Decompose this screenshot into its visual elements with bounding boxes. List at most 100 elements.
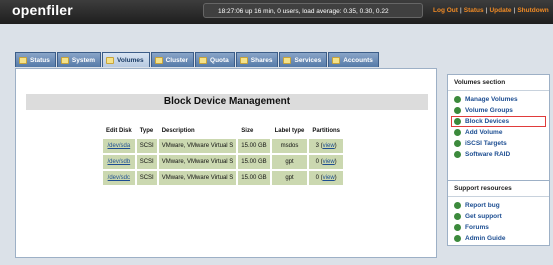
bullet-icon [454,118,461,125]
col-edit-disk: Edit Disk [106,127,132,134]
bullet-icon [454,151,461,158]
tab-label: Volumes [117,56,144,64]
bullet-icon [454,235,461,242]
view-partitions-link[interactable]: view [323,143,335,149]
tab-label: Shares [250,56,273,64]
sidebar-item-label: Block Devices [465,118,510,125]
tab-cluster[interactable]: Cluster [150,52,195,67]
col-size: Size [241,127,254,134]
view-partitions-link[interactable]: view [323,159,335,165]
disk-description: VMware, VMware Virtual S [158,155,237,169]
tab-label: System [71,56,95,64]
sidebar-item-label: Report bug [465,202,500,209]
shutdown-link[interactable]: Shutdown [517,7,548,14]
accounts-icon [332,56,341,64]
disk-type: SCSI [136,139,157,153]
volumes-section-title: Volumes section [448,75,549,91]
tab-label: Status [30,56,50,64]
table-row: /dev/sdc SCSI VMware, VMware Virtual S 1… [103,171,343,185]
bullet-icon [454,129,461,136]
page-title: Block Device Management [163,96,291,107]
sidebar-item-report-bug[interactable]: Report bug [448,200,549,211]
services-icon [283,56,292,64]
sidebar-item-label: Volume Groups [465,107,513,114]
partition-count: 0 [315,159,319,165]
disk-type: SCSI [136,171,157,185]
support-resources-box: Support resources Report bug Get support… [447,180,550,246]
tab-services[interactable]: Services [279,52,328,67]
bullet-icon [454,140,461,147]
update-link[interactable]: Update [489,7,511,14]
tab-label: Accounts [343,56,373,64]
bullet-icon [454,107,461,114]
partitions-cell: 0 (view) [309,155,343,169]
cluster-icon [154,56,163,64]
support-resources-title: Support resources [448,181,549,197]
sidebar-item-forums[interactable]: Forums [448,222,549,233]
tab-accounts[interactable]: Accounts [328,52,379,67]
sidebar-item-admin-guide[interactable]: Admin Guide [448,233,549,244]
tab-label: Services [294,56,322,64]
quota-icon [199,56,208,64]
sidebar-item-label: Add Volume [465,129,503,136]
bullet-icon [454,213,461,220]
view-partitions-link[interactable]: view [323,175,335,181]
disk-label-type: msdos [271,139,308,153]
tab-shares[interactable]: Shares [235,52,279,67]
sidebar-item-manage-volumes[interactable]: Manage Volumes [448,94,549,105]
top-header: openfiler 18:27:06 up 16 min, 0 users, l… [0,0,553,24]
col-partitions: Partitions [312,127,340,134]
openfiler-logo: openfiler [12,2,73,18]
col-description: Description [161,127,195,134]
tab-label: Cluster [165,56,189,64]
tab-volumes[interactable]: Volumes [102,52,150,67]
main-tabs: Status System Volumes Cluster Quota Shar… [15,52,380,68]
edit-disk-link[interactable]: /dev/sdc [108,175,130,181]
block-devices-table: Edit Disk Type Description Size Label ty… [101,122,345,187]
tab-quota[interactable]: Quota [195,52,235,67]
disk-size: 15.00 GB [238,139,270,153]
status-icon [19,56,27,64]
table-row: /dev/sda SCSI VMware, VMware Virtual S 1… [103,139,343,153]
partitions-cell: 0 (view) [309,171,343,185]
page-title-bar: Block Device Management [26,94,428,110]
sidebar-item-get-support[interactable]: Get support [448,211,549,222]
bullet-icon [454,224,461,231]
bullet-icon [454,96,461,103]
partition-count: 0 [315,175,319,181]
sidebar-item-label: Forums [465,224,489,231]
sidebar-item-label: iSCSI Targets [465,140,507,147]
system-status: 18:27:06 up 16 min, 0 users, load averag… [203,3,423,18]
col-label-type: Label type [274,127,305,134]
logout-link[interactable]: Log Out [433,7,458,14]
header-links: Log Out | Status | Update | Shutdown [433,7,549,14]
tab-system[interactable]: System [56,52,101,67]
volumes-icon [106,56,114,64]
disk-size: 15.00 GB [238,171,270,185]
col-type: Type [139,127,154,134]
status-link[interactable]: Status [464,7,484,14]
disk-label-type: gpt [271,155,308,169]
partition-count: 3 [315,143,319,149]
sidebar-item-label: Manage Volumes [465,96,518,103]
sidebar-item-block-devices[interactable]: Block Devices [451,116,546,127]
edit-disk-link[interactable]: /dev/sda [108,143,131,149]
system-icon [60,56,69,64]
shares-icon [239,56,248,64]
partitions-cell: 3 (view) [309,139,343,153]
main-panel: Block Device Management Edit Disk Type D… [15,68,437,258]
sidebar-item-add-volume[interactable]: Add Volume [448,127,549,138]
sidebar-item-iscsi-targets[interactable]: iSCSI Targets [448,138,549,149]
disk-description: VMware, VMware Virtual S [158,171,237,185]
tab-status[interactable]: Status [15,52,56,67]
sidebar-item-volume-groups[interactable]: Volume Groups [448,105,549,116]
bullet-icon [454,202,461,209]
disk-type: SCSI [136,155,157,169]
table-header-row: Edit Disk Type Description Size Label ty… [103,124,343,137]
edit-disk-link[interactable]: /dev/sdb [108,159,131,165]
disk-description: VMware, VMware Virtual S [158,139,237,153]
sidebar-item-label: Admin Guide [465,235,506,242]
sidebar-item-software-raid[interactable]: Software RAID [448,149,549,160]
volumes-section-box: Volumes section Manage Volumes Volume Gr… [447,74,550,188]
table-row: /dev/sdb SCSI VMware, VMware Virtual S 1… [103,155,343,169]
